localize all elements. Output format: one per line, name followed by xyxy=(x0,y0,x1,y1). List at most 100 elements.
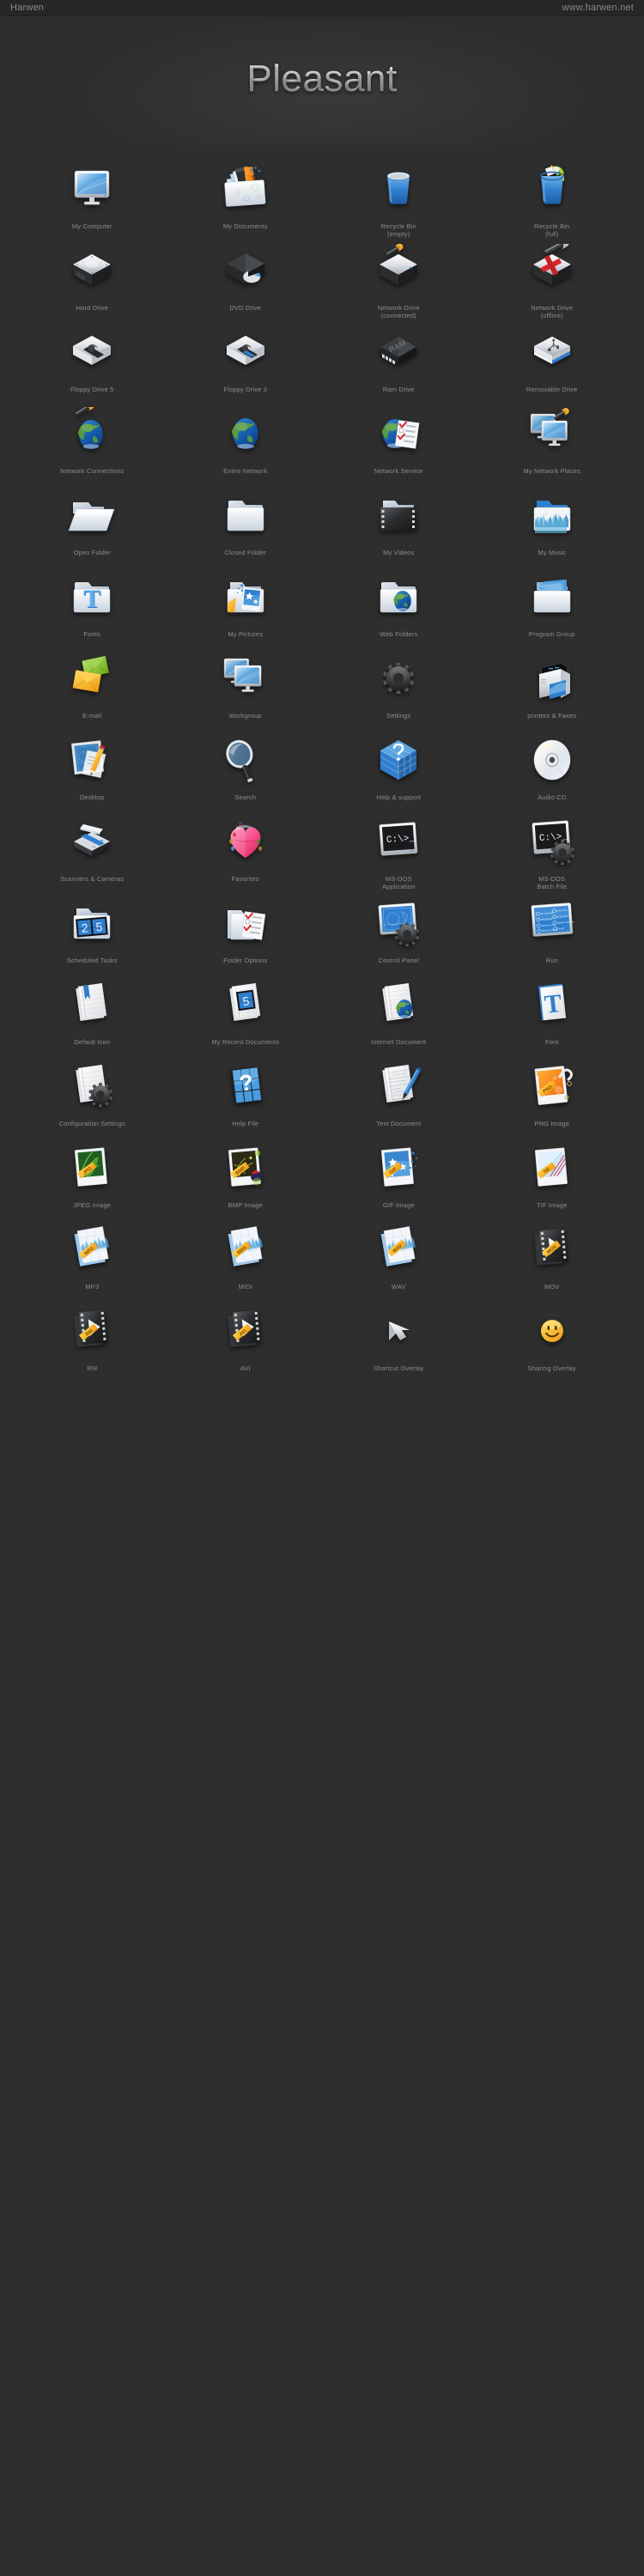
folder-documents-icon[interactable]: PN xyxy=(169,161,323,217)
icon-cell[interactable]: Folder Options xyxy=(169,895,323,976)
help-cube-icon[interactable] xyxy=(322,732,476,788)
icon-cell[interactable]: Shortcut Overlay xyxy=(322,1303,476,1384)
ram-chip-icon[interactable]: RAM xyxy=(322,324,476,380)
folder-video-icon[interactable] xyxy=(322,487,476,544)
help-tiles-icon[interactable]: ? xyxy=(169,1058,323,1115)
icon-cell[interactable]: Control Panel xyxy=(322,895,476,976)
magnifier-icon[interactable] xyxy=(169,732,323,788)
net-drive-off-icon[interactable] xyxy=(476,242,629,299)
run-dialog-icon[interactable]: My Computer DVD Drive 2nd Default Entire N… xyxy=(476,895,629,951)
usb-drive-icon[interactable] xyxy=(476,324,629,380)
img-jpg-icon[interactable]: JPG xyxy=(15,1139,169,1196)
icon-cell[interactable]: RAM Ram Drive xyxy=(322,324,476,405)
icon-cell[interactable]: Entire Network xyxy=(169,405,323,487)
icon-cell[interactable]: Sharing Overlay xyxy=(476,1303,629,1384)
icon-cell[interactable]: ? Help File xyxy=(169,1058,323,1139)
icon-cell[interactable]: Open Folder xyxy=(15,487,169,568)
video-rm-icon[interactable]: RM xyxy=(15,1303,169,1359)
icon-cell[interactable]: Default Icon xyxy=(15,976,169,1058)
envelopes-icon[interactable] xyxy=(15,650,169,707)
icon-cell[interactable]: Removable Drive xyxy=(476,324,629,405)
icon-cell[interactable]: RM RM xyxy=(15,1303,169,1384)
icon-cell[interactable]: My Pictures xyxy=(169,568,323,650)
folder-checklist-icon[interactable] xyxy=(169,895,323,951)
icon-cell[interactable]: printers & Faxes xyxy=(476,650,629,732)
folder-open-icon[interactable] xyxy=(15,487,169,544)
icon-cell[interactable]: Floppy Drive 3 xyxy=(169,324,323,405)
panel-gear-icon[interactable] xyxy=(322,895,476,951)
icon-cell[interactable]: B-2F-0A-H Program Group xyxy=(476,568,629,650)
bin-full-icon[interactable] xyxy=(476,161,629,217)
scanner-icon[interactable]: ▤▤ xyxy=(15,813,169,870)
icon-cell[interactable]: As a company and an individual, we value … xyxy=(322,1058,476,1139)
icon-cell[interactable]: C:\>_ MS-DOS Application xyxy=(322,813,476,895)
icon-cell[interactable]: Internet Document xyxy=(322,976,476,1058)
icon-cell[interactable]: JPG JPEG Image xyxy=(15,1139,169,1221)
audio-midi-icon[interactable]: MIDI xyxy=(169,1221,323,1278)
icon-cell[interactable]: PNG PNG Image xyxy=(476,1058,629,1139)
icon-cell[interactable]: Hard Drive xyxy=(15,242,169,324)
icon-cell[interactable]: My Computer xyxy=(15,161,169,242)
icon-cell[interactable]: My Computer DVD Drive 2nd Default Entire N… xyxy=(476,895,629,976)
bin-empty-icon[interactable] xyxy=(322,161,476,217)
audio-wav-icon[interactable]: WAV xyxy=(322,1221,476,1278)
icon-cell[interactable]: E-mail xyxy=(15,650,169,732)
icon-cell[interactable]: Settings xyxy=(322,650,476,732)
globe-wrench-icon[interactable] xyxy=(15,405,169,462)
icon-cell[interactable]: Desktop xyxy=(15,732,169,813)
img-png-icon[interactable]: PNG xyxy=(476,1058,629,1115)
icon-cell[interactable]: GIF GIF Image xyxy=(322,1139,476,1221)
img-tif-icon[interactable]: TIF xyxy=(476,1139,629,1196)
heart-icon[interactable] xyxy=(169,813,323,870)
icon-cell[interactable]: 5 My Recent Documents xyxy=(169,976,323,1058)
icon-cell[interactable]: PN My Documents xyxy=(169,161,323,242)
hard-drive-icon[interactable] xyxy=(15,242,169,299)
doc-clock-icon[interactable]: 5 xyxy=(169,976,323,1033)
two-monitors-icon[interactable] xyxy=(169,650,323,707)
monitors-wrench-icon[interactable] xyxy=(476,405,629,462)
icon-cell[interactable]: BMP BMP Image xyxy=(169,1139,323,1221)
floppy5-icon[interactable] xyxy=(15,324,169,380)
icon-cell[interactable]: T T Fonts xyxy=(15,568,169,650)
icon-cell[interactable]: Recycle Bin (empty) xyxy=(322,161,476,242)
folder-music-icon[interactable] xyxy=(476,487,629,544)
img-bmp-icon[interactable]: BMP xyxy=(169,1139,323,1196)
globe-list-icon[interactable] xyxy=(322,405,476,462)
folder-font-icon[interactable]: T T xyxy=(15,568,169,625)
cd-icon[interactable] xyxy=(476,732,629,788)
icon-cell[interactable]: My Network Places xyxy=(476,405,629,487)
icon-cell[interactable]: Network Drive (offline) xyxy=(476,242,629,324)
folder-clock-icon[interactable]: 2 5 xyxy=(15,895,169,951)
doc-bookmark-icon[interactable] xyxy=(15,976,169,1033)
gear-icon[interactable] xyxy=(322,650,476,707)
icon-cell[interactable]: My Music xyxy=(476,487,629,568)
globe-icon[interactable] xyxy=(169,405,323,462)
icon-cell[interactable]: Help & support xyxy=(322,732,476,813)
doc-font-icon[interactable]: T xyxy=(476,976,629,1033)
icon-cell[interactable]: Network Drive (connected) xyxy=(322,242,476,324)
dos-screen-icon[interactable]: C:\>_ xyxy=(322,813,476,870)
monitor-icon[interactable] xyxy=(15,161,169,217)
icon-cell[interactable]: Floppy Drive 5 xyxy=(15,324,169,405)
dvd-drive-icon[interactable] xyxy=(169,242,323,299)
icon-cell[interactable]: Favorites xyxy=(169,813,323,895)
net-drive-on-icon[interactable] xyxy=(322,242,476,299)
folder-closed-icon[interactable] xyxy=(169,487,323,544)
dos-gear-icon[interactable]: C:\>_ xyxy=(476,813,629,870)
doc-pen-icon[interactable]: As a company and an individual, we value … xyxy=(322,1058,476,1115)
icon-cell[interactable]: DVD Drive xyxy=(169,242,323,324)
smiley-icon[interactable] xyxy=(476,1303,629,1359)
folder-web-icon[interactable] xyxy=(322,568,476,625)
img-gif-icon[interactable]: GIF xyxy=(322,1139,476,1196)
icon-cell[interactable]: MIDI MIDI xyxy=(169,1221,323,1303)
icon-cell[interactable]: Closed Folder xyxy=(169,487,323,568)
icon-cell[interactable]: Workgroup xyxy=(169,650,323,732)
icon-cell[interactable]: Web Folders xyxy=(322,568,476,650)
icon-cell[interactable]: Network Connections xyxy=(15,405,169,487)
folder-pictures-icon[interactable] xyxy=(169,568,323,625)
icon-cell[interactable]: AVI AVI xyxy=(169,1303,323,1384)
icon-cell[interactable]: Network Service xyxy=(322,405,476,487)
icon-cell[interactable]: T Font xyxy=(476,976,629,1058)
audio-mp3-icon[interactable]: MP3 xyxy=(15,1221,169,1278)
icon-cell[interactable]: WAV WAV xyxy=(322,1221,476,1303)
